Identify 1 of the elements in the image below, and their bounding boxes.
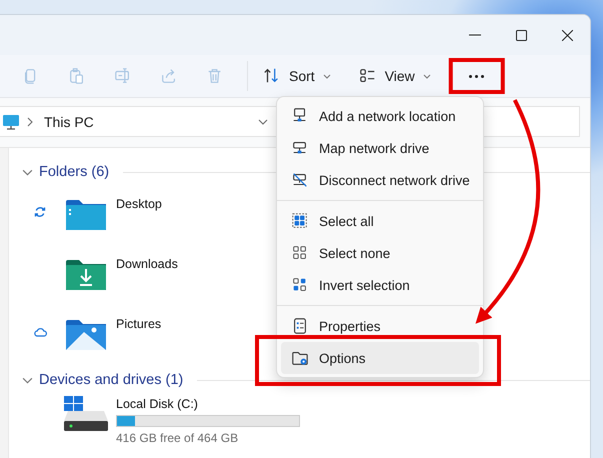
storage-text: 416 GB free of 464 GB bbox=[116, 431, 240, 445]
